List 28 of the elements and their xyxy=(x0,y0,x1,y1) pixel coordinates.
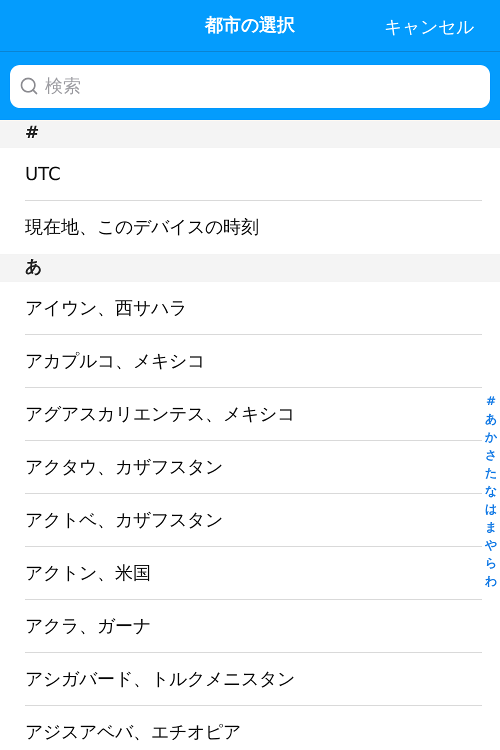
index-letter[interactable]: あ xyxy=(485,410,497,428)
city-item[interactable]: アクトン、米国 xyxy=(25,560,151,586)
section-letter: あ xyxy=(25,256,42,280)
index-letter[interactable]: な xyxy=(485,482,497,500)
index-letter[interactable]: ま xyxy=(485,518,497,536)
city-item[interactable]: アグアスカリエンテス、メキシコ xyxy=(25,400,295,428)
search-icon xyxy=(19,76,39,96)
index-letter[interactable]: さ xyxy=(485,446,497,464)
nav-title: 都市の選択 xyxy=(205,14,295,38)
section-letter: # xyxy=(25,122,40,146)
city-item[interactable]: アクラ、ガーナ xyxy=(25,612,151,640)
index-letter[interactable]: は xyxy=(485,500,497,518)
city-item[interactable]: アクタウ、カザフスタン xyxy=(25,454,223,480)
search-field[interactable]: 検索 xyxy=(10,65,490,108)
city-item[interactable]: UTC xyxy=(25,160,61,188)
city-item[interactable]: アシガバード、トルクメニスタン xyxy=(25,666,295,692)
city-item[interactable]: アクトベ、カザフスタン xyxy=(25,506,223,534)
city-item[interactable]: アカプルコ、メキシコ xyxy=(25,348,205,374)
index-letter[interactable]: た xyxy=(485,464,497,482)
index-letter[interactable]: や xyxy=(485,536,497,554)
city-item[interactable]: 現在地、このデバイスの時刻 xyxy=(25,214,259,241)
index-letter[interactable]: # xyxy=(486,392,496,410)
index-letter[interactable]: か xyxy=(485,428,497,446)
index-letter[interactable]: わ xyxy=(485,572,497,590)
index-letter[interactable]: ら xyxy=(485,554,497,572)
cancel-button[interactable]: キャンセル xyxy=(384,14,474,41)
city-item[interactable]: アイウン、西サハラ xyxy=(25,294,187,322)
city-item[interactable]: アジスアベバ、エチオピア xyxy=(25,719,241,746)
